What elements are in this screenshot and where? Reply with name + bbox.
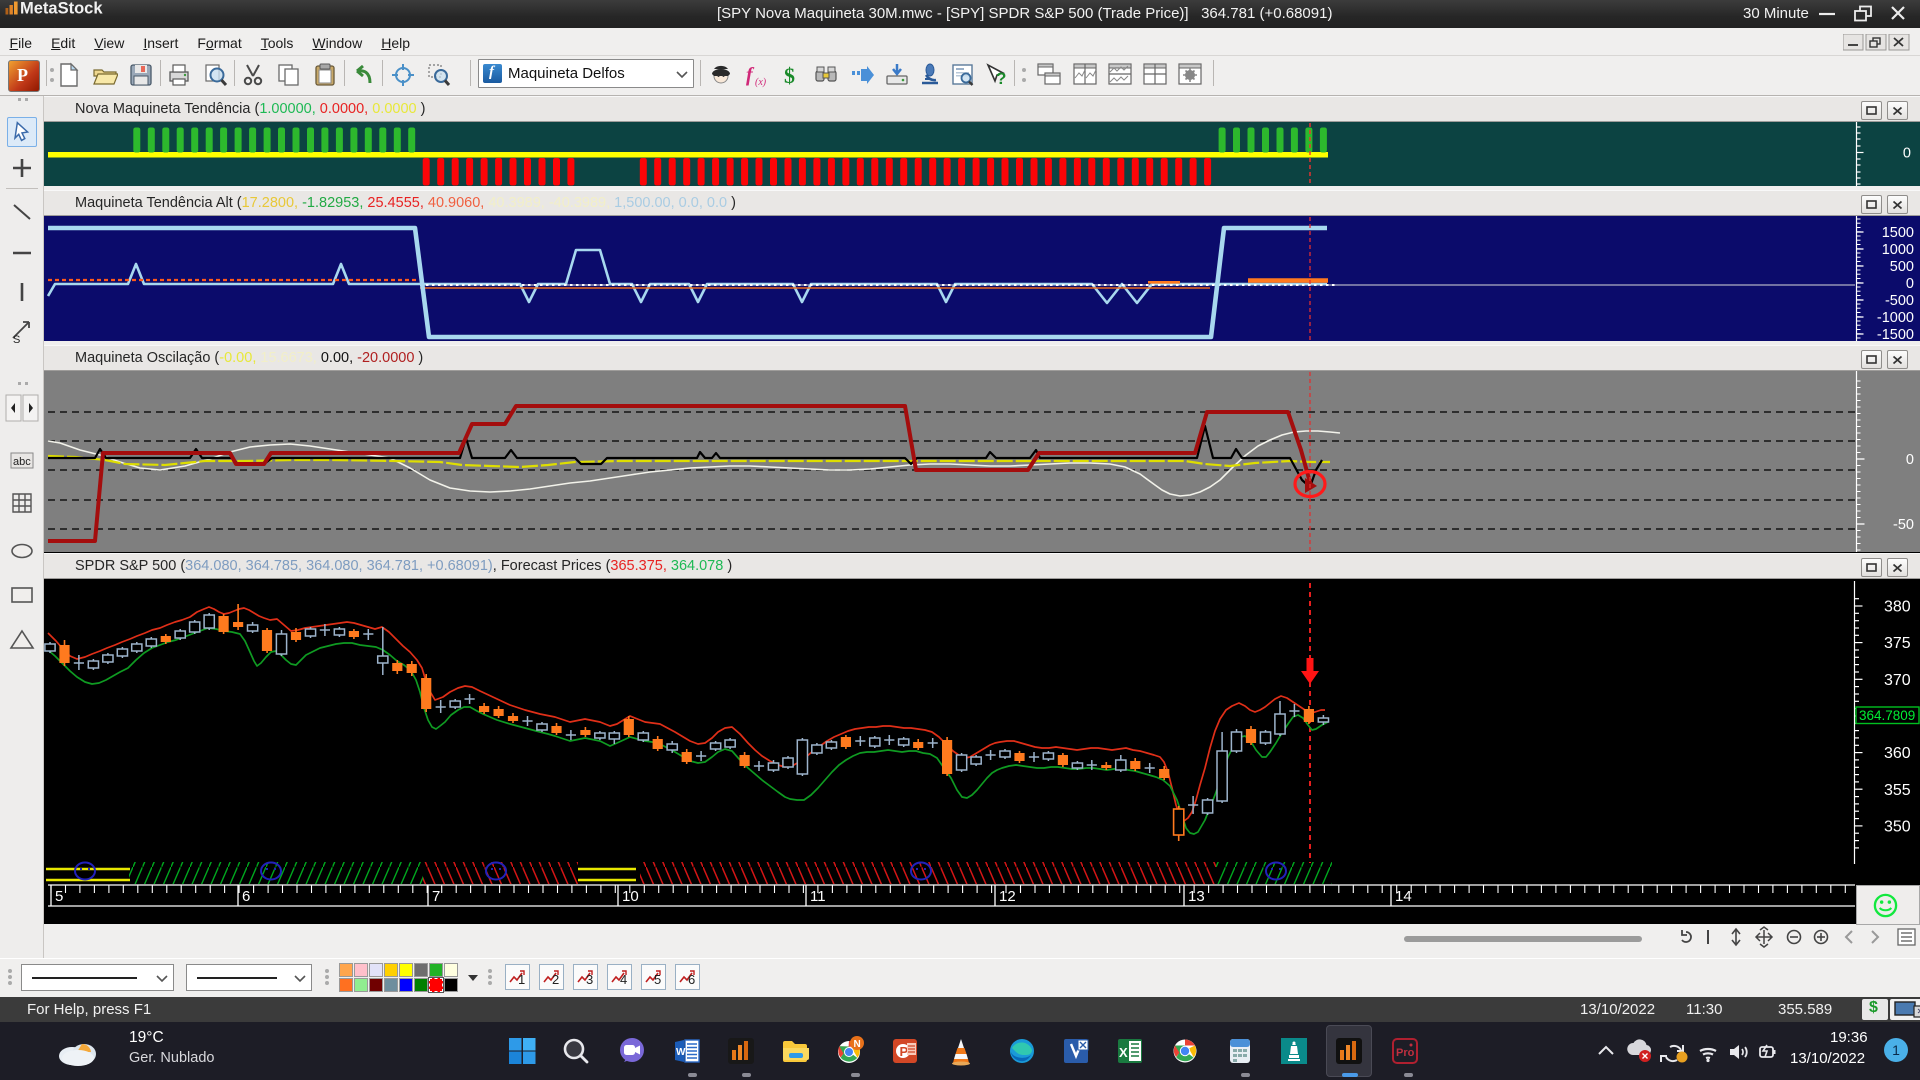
svg-text:12: 12 xyxy=(999,888,1016,905)
svg-text:350: 350 xyxy=(1884,818,1911,835)
svg-text:-1500: -1500 xyxy=(1877,327,1914,341)
svg-text:13: 13 xyxy=(1188,888,1205,905)
svg-text:2: 2 xyxy=(552,972,559,987)
svg-text:1500: 1500 xyxy=(1882,225,1914,241)
svg-text:N: N xyxy=(854,1039,861,1050)
svg-text:11: 11 xyxy=(810,888,826,905)
svg-text:14: 14 xyxy=(1395,888,1412,905)
svg-text:-500: -500 xyxy=(1885,293,1914,309)
svg-text:10: 10 xyxy=(622,888,639,905)
svg-text:Pro: Pro xyxy=(1396,1047,1415,1059)
svg-text:MetaStock: MetaStock xyxy=(20,0,103,18)
svg-text:355: 355 xyxy=(1884,782,1911,799)
svg-text:364.7809: 364.7809 xyxy=(1859,708,1915,723)
svg-text:7: 7 xyxy=(432,888,440,905)
svg-text:5: 5 xyxy=(55,888,63,905)
svg-text:?: ? xyxy=(996,69,1006,88)
svg-text:6: 6 xyxy=(688,972,695,987)
svg-text:380: 380 xyxy=(1884,599,1911,616)
svg-text:0: 0 xyxy=(1906,276,1914,292)
svg-text:6: 6 xyxy=(242,888,250,905)
svg-text:360: 360 xyxy=(1884,745,1911,762)
svg-text:f: f xyxy=(746,64,755,86)
svg-text:1000: 1000 xyxy=(1882,242,1914,258)
svg-text:W: W xyxy=(676,1047,686,1058)
svg-text:4: 4 xyxy=(620,972,627,987)
svg-text:$: $ xyxy=(784,63,795,88)
svg-text:3: 3 xyxy=(586,972,593,987)
svg-text:5: 5 xyxy=(654,972,661,987)
svg-text:1: 1 xyxy=(518,972,525,987)
svg-text:-1000: -1000 xyxy=(1877,310,1914,326)
svg-text:0: 0 xyxy=(1903,146,1911,162)
svg-text:(x): (x) xyxy=(755,77,767,88)
svg-text:X: X xyxy=(1119,1045,1128,1060)
svg-text:0: 0 xyxy=(1906,452,1914,468)
svg-text:500: 500 xyxy=(1890,259,1914,275)
svg-text:-50: -50 xyxy=(1893,517,1914,533)
svg-text:370: 370 xyxy=(1884,672,1911,689)
svg-text:375: 375 xyxy=(1884,635,1911,652)
